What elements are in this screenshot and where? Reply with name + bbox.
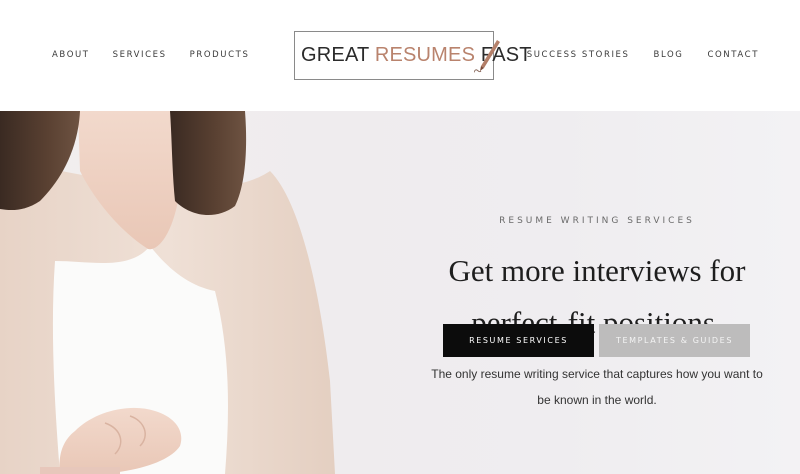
subtext-line-2: be known in the world. <box>537 393 657 407</box>
headline-line-1: Get more interviews for <box>448 253 746 288</box>
resume-services-button[interactable]: RESUME SERVICES <box>443 324 594 357</box>
nav-blog[interactable]: BLOG <box>654 50 684 60</box>
pen-icon <box>474 40 500 73</box>
nav-about[interactable]: ABOUT <box>52 50 90 60</box>
templates-guides-button[interactable]: TEMPLATES & GUIDES <box>599 324 750 357</box>
primary-nav-right: SUCCESS STORIES BLOG CONTACT <box>503 50 759 60</box>
primary-nav-left: ABOUT SERVICES PRODUCTS <box>52 50 272 60</box>
hero-subtext: The only resume writing service that cap… <box>430 361 764 413</box>
nav-services[interactable]: SERVICES <box>113 50 167 60</box>
nav-contact[interactable]: CONTACT <box>707 50 759 60</box>
site-logo[interactable]: GREAT RESUMES FAST <box>294 31 532 80</box>
subtext-line-1: The only resume writing service that cap… <box>431 367 763 381</box>
hero-eyebrow: RESUME WRITING SERVICES <box>499 216 695 226</box>
hero-section: RESUME WRITING SERVICES Get more intervi… <box>0 111 800 474</box>
nav-success-stories[interactable]: SUCCESS STORIES <box>527 50 630 60</box>
site-header: ABOUT SERVICES PRODUCTS GREAT RESUMES FA… <box>0 0 800 111</box>
nav-products[interactable]: PRODUCTS <box>190 50 250 60</box>
hero-photo <box>0 111 335 474</box>
